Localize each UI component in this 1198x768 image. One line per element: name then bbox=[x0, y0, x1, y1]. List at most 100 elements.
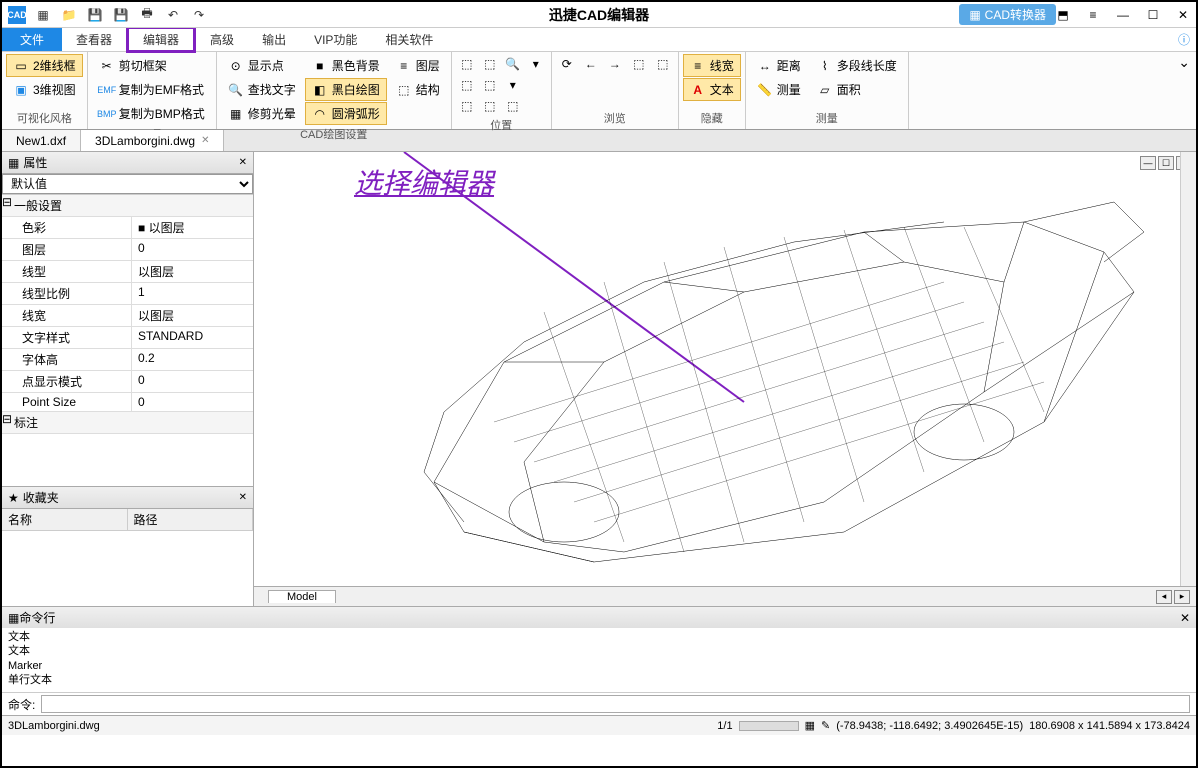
undo-icon[interactable]: ↶ bbox=[164, 6, 182, 24]
prop-section-anno[interactable]: ⊟标注 bbox=[2, 412, 253, 434]
prop-val[interactable]: 以图层 bbox=[132, 261, 253, 282]
prop-val[interactable]: 0 bbox=[132, 371, 253, 392]
btn-trim-halo[interactable]: ▦修剪光晕 bbox=[221, 102, 303, 125]
redo-icon[interactable]: ↷ bbox=[190, 6, 208, 24]
model-tab[interactable]: Model bbox=[268, 590, 336, 603]
zoom-out-icon[interactable]: ▾ bbox=[502, 75, 524, 95]
pos-icon[interactable]: ⬚ bbox=[456, 54, 478, 74]
doc-tab-new1[interactable]: New1.dxf bbox=[2, 130, 81, 151]
restore-icon[interactable]: ⬒ bbox=[1054, 6, 1072, 24]
btn-distance[interactable]: ↔距离 bbox=[750, 54, 808, 77]
menu-vip[interactable]: VIP功能 bbox=[300, 28, 371, 51]
btn-3d-view[interactable]: ▣3维视图 bbox=[6, 78, 83, 101]
cad-converter-button[interactable]: ▦ CAD转换器 bbox=[959, 4, 1056, 25]
prop-row[interactable]: 线宽以图层 bbox=[2, 305, 253, 327]
pos-icon[interactable] bbox=[525, 75, 547, 95]
btn-area[interactable]: ▱面积 bbox=[810, 78, 904, 101]
fav-col-path[interactable]: 路径 bbox=[128, 509, 254, 530]
btn-layer[interactable]: ≡图层 bbox=[389, 54, 447, 77]
prop-row[interactable]: 文字样式STANDARD bbox=[2, 327, 253, 349]
menu-file[interactable]: 文件 bbox=[2, 28, 62, 51]
forward-icon[interactable]: → bbox=[604, 54, 626, 74]
pos-icon[interactable]: ▾ bbox=[525, 54, 547, 74]
panel-close-icon[interactable]: ✕ bbox=[239, 492, 247, 503]
prop-val[interactable]: 0 bbox=[132, 239, 253, 260]
prop-val[interactable]: 0 bbox=[132, 393, 253, 411]
prop-val[interactable]: 0.2 bbox=[132, 349, 253, 370]
btn-show-point[interactable]: ⊙显示点 bbox=[221, 54, 303, 77]
menu-output[interactable]: 输出 bbox=[248, 28, 300, 51]
help-icon[interactable]: ⓘ bbox=[1178, 28, 1190, 51]
save-icon[interactable]: 💾 bbox=[86, 6, 104, 24]
prop-row[interactable]: 字体高0.2 bbox=[2, 349, 253, 371]
status-icon[interactable]: ▦ bbox=[805, 719, 815, 732]
prop-section-general[interactable]: ⊟一般设置 bbox=[2, 195, 253, 217]
panel-close-icon[interactable]: ✕ bbox=[1180, 611, 1190, 625]
props-default-dropdown[interactable]: 默认值 bbox=[2, 174, 253, 194]
vertical-scrollbar[interactable] bbox=[1180, 152, 1196, 586]
properties-table: ⊟一般设置 色彩■ 以图层图层0线型以图层线型比例1线宽以图层文字样式STAND… bbox=[2, 194, 253, 486]
browse-icon[interactable]: ⬚ bbox=[652, 54, 674, 74]
btn-2d-wireframe[interactable]: ▭2维线框 bbox=[6, 54, 83, 77]
prop-val[interactable]: 1 bbox=[132, 283, 253, 304]
pos-icon[interactable]: ⬚ bbox=[502, 96, 524, 116]
panel-close-icon[interactable]: ✕ bbox=[239, 157, 247, 168]
close-icon[interactable]: ✕ bbox=[1174, 6, 1192, 24]
print-icon[interactable]: 🖶 bbox=[138, 6, 156, 24]
ribbon-collapse-icon[interactable]: ⌄ bbox=[1172, 52, 1196, 129]
cad-icon: ▦ bbox=[969, 8, 980, 22]
save-icon[interactable]: 💾 bbox=[112, 6, 130, 24]
btn-black-bg[interactable]: ■黑色背景 bbox=[305, 54, 387, 77]
pos-icon[interactable]: ⬚ bbox=[479, 75, 501, 95]
btn-measure[interactable]: 📏测量 bbox=[750, 78, 808, 101]
browse-icon[interactable]: ⬚ bbox=[628, 54, 650, 74]
canvas-area[interactable]: — ☐ ✕ 选择编辑器 bbox=[254, 152, 1196, 606]
btn-find-text[interactable]: 🔍查找文字 bbox=[221, 78, 303, 101]
prop-row[interactable]: 线型比例1 bbox=[2, 283, 253, 305]
pos-icon[interactable]: ⬚ bbox=[479, 54, 501, 74]
refresh-icon[interactable]: ⟳ bbox=[556, 54, 578, 74]
zoom-slider[interactable] bbox=[739, 721, 799, 731]
status-icon[interactable]: ✎ bbox=[821, 719, 830, 732]
prop-row[interactable]: Point Size0 bbox=[2, 393, 253, 412]
zoom-in-icon[interactable]: 🔍 bbox=[502, 54, 524, 74]
btn-bw-draw[interactable]: ◧黑白绘图 bbox=[305, 78, 387, 101]
tab-close-icon[interactable]: ✕ bbox=[201, 135, 209, 146]
btn-cut-frame[interactable]: ✂剪切框架 bbox=[92, 54, 212, 77]
menu-advanced[interactable]: 高级 bbox=[196, 28, 248, 51]
prop-row[interactable]: 线型以图层 bbox=[2, 261, 253, 283]
pos-icon[interactable]: ⬚ bbox=[456, 96, 478, 116]
btn-polyline-length[interactable]: ⌇多段线长度 bbox=[810, 54, 904, 77]
pos-icon[interactable]: ⬚ bbox=[456, 75, 478, 95]
open-icon[interactable]: 📁 bbox=[60, 6, 78, 24]
collapse-icon[interactable]: ⊟ bbox=[2, 195, 12, 216]
maximize-icon[interactable]: ☐ bbox=[1144, 6, 1162, 24]
btn-arc-smooth[interactable]: ◠圆滑弧形 bbox=[305, 102, 387, 125]
menu-viewer[interactable]: 查看器 bbox=[62, 28, 126, 51]
prop-row[interactable]: 色彩■ 以图层 bbox=[2, 217, 253, 239]
new-icon[interactable]: ▦ bbox=[34, 6, 52, 24]
fav-col-name[interactable]: 名称 bbox=[2, 509, 128, 530]
menu-related[interactable]: 相关软件 bbox=[371, 28, 447, 51]
btn-copy-bmp[interactable]: BMP复制为BMP格式 bbox=[92, 102, 212, 125]
doc-tab-lamborgini[interactable]: 3DLamborgini.dwg✕ bbox=[81, 130, 224, 151]
pos-icon[interactable]: ⬚ bbox=[479, 96, 501, 116]
collapse-icon[interactable]: ⊟ bbox=[2, 412, 12, 433]
prop-row[interactable]: 图层0 bbox=[2, 239, 253, 261]
btn-line-width[interactable]: ≡线宽 bbox=[683, 54, 741, 77]
command-input[interactable] bbox=[41, 695, 1190, 713]
app-title: 迅捷CAD编辑器 bbox=[549, 5, 649, 25]
minimize-icon[interactable]: — bbox=[1114, 6, 1132, 24]
menu-icon[interactable]: ≡ bbox=[1084, 6, 1102, 24]
btn-structure[interactable]: ⬚结构 bbox=[389, 78, 447, 101]
back-icon[interactable]: ← bbox=[580, 54, 602, 74]
prop-val[interactable]: STANDARD bbox=[132, 327, 253, 348]
btn-text[interactable]: A文本 bbox=[683, 78, 741, 101]
prop-row[interactable]: 点显示模式0 bbox=[2, 371, 253, 393]
scroll-left-icon[interactable]: ◂ bbox=[1156, 590, 1172, 604]
menu-editor[interactable]: 编辑器 bbox=[126, 26, 196, 53]
prop-val[interactable]: 以图层 bbox=[132, 305, 253, 326]
scroll-right-icon[interactable]: ▸ bbox=[1174, 590, 1190, 604]
btn-copy-emf[interactable]: EMF复制为EMF格式 bbox=[92, 78, 212, 101]
prop-val[interactable]: ■ 以图层 bbox=[132, 217, 253, 238]
